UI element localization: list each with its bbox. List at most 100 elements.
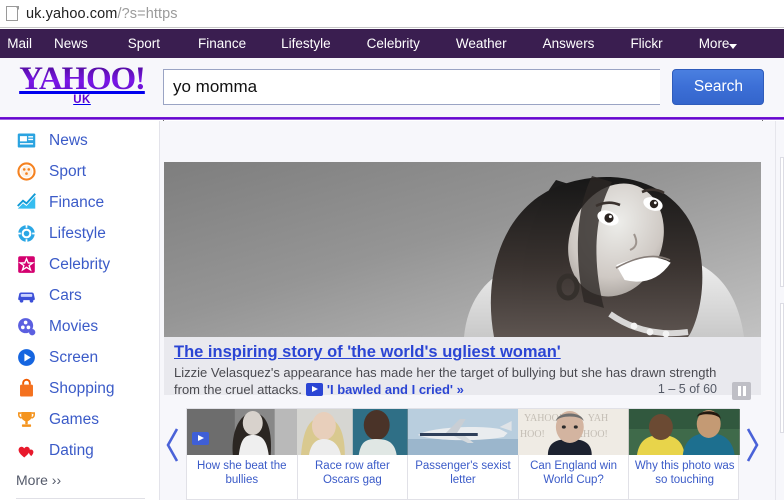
sidebar-label: Dating xyxy=(49,441,94,459)
sidebar-item-movies[interactable]: Movies xyxy=(0,311,159,342)
thumbnail-item-4[interactable]: YAHOO! YAH HOO! AHOO! Can England win Wo… xyxy=(518,409,630,499)
film-reel-icon xyxy=(18,318,36,336)
sidebar-label: Shopping xyxy=(49,379,115,397)
left-sidebar: News Sport Finance Lifestyle Celebrity C… xyxy=(0,121,160,500)
url-query: /?s=https xyxy=(117,5,178,22)
yahoo-logo-text: YAHOO! xyxy=(12,63,152,96)
nav-item-more[interactable]: More xyxy=(699,29,738,58)
sidebar-item-dating[interactable]: Dating xyxy=(0,435,159,466)
sidebar-more-link[interactable]: More ›› xyxy=(0,466,159,496)
sidebar-item-sport[interactable]: Sport xyxy=(0,156,159,187)
thumbnail-image xyxy=(297,409,408,455)
sidebar-item-lifestyle[interactable]: Lifestyle xyxy=(0,218,159,249)
search-button[interactable]: Search xyxy=(672,69,765,105)
star-badge-icon xyxy=(18,256,35,273)
chart-line-icon xyxy=(17,193,36,209)
nav-item-more-label: More xyxy=(698,36,730,51)
video-play-icon[interactable] xyxy=(305,383,323,396)
thumb-photo-4: YAHOO! YAH HOO! AHOO! xyxy=(518,409,629,455)
sidebar-item-celebrity[interactable]: Celebrity xyxy=(0,249,159,280)
nav-item-sport[interactable]: Sport xyxy=(128,29,160,58)
sidebar-label: Lifestyle xyxy=(49,224,106,242)
nav-item-finance[interactable]: Finance xyxy=(198,29,246,58)
page-icon xyxy=(6,5,19,22)
thumbnail-caption: Why this photo was so touching xyxy=(634,460,735,486)
thumbnail-item-3[interactable]: Passenger's sexist letter xyxy=(407,409,519,499)
thumbnail-caption: Passenger's sexist letter xyxy=(415,460,511,486)
svg-text:YAH: YAH xyxy=(588,413,608,424)
hero-video-link[interactable]: 'I bawled and I cried' » xyxy=(327,382,464,397)
sidebar-label: Cars xyxy=(49,286,82,304)
search-input[interactable] xyxy=(163,69,660,105)
sidebar-label: Sport xyxy=(49,162,87,180)
right-rail-edge xyxy=(775,121,776,500)
trophy-icon xyxy=(18,411,35,427)
sidebar-label: Celebrity xyxy=(49,255,111,273)
right-rail-module-2[interactable] xyxy=(780,303,784,433)
thumbnail-item-2[interactable]: Race row after Oscars gag xyxy=(297,409,409,499)
hero-description-line2: from the cruel attacks. xyxy=(174,382,302,397)
thumbnail-image: YAHOO! YAH HOO! AHOO! xyxy=(518,409,629,455)
pause-icon[interactable] xyxy=(732,382,751,400)
thumbnail-caption: Can England win World Cup? xyxy=(530,460,618,486)
sidebar-item-shopping[interactable]: Shopping xyxy=(0,373,159,404)
sidebar-divider xyxy=(16,498,145,499)
masthead: YAHOO! UK Search xyxy=(0,58,784,117)
nav-item-mail[interactable]: Mail xyxy=(0,29,32,58)
sidebar-label: Games xyxy=(49,410,99,428)
thumbnail-image xyxy=(629,409,740,455)
hero-photo xyxy=(164,162,761,337)
hero-description: Lizzie Velasquez's appearance has made h… xyxy=(174,364,753,400)
sidebar-item-cars[interactable]: Cars xyxy=(0,280,159,311)
svg-text:HOO!: HOO! xyxy=(520,429,545,440)
nav-item-answers[interactable]: Answers xyxy=(543,29,595,58)
nav-item-weather[interactable]: Weather xyxy=(456,29,507,58)
thumbnail-caption: How she beat the bullies xyxy=(197,460,287,486)
hero-description-line1: Lizzie Velasquez's appearance has made h… xyxy=(174,365,717,380)
thumb-photo-2 xyxy=(297,409,408,455)
slide-counter: 1 – 5 of 60 xyxy=(657,382,717,396)
thumb-photo-3 xyxy=(407,409,519,455)
sidebar-item-screen[interactable]: Screen xyxy=(0,342,159,373)
right-rail xyxy=(780,121,784,500)
thumb-photo-5 xyxy=(629,409,740,455)
nav-item-celebrity[interactable]: Celebrity xyxy=(367,29,420,58)
carousel-next-button[interactable] xyxy=(743,426,761,464)
nav-item-lifestyle[interactable]: Lifestyle xyxy=(281,29,331,58)
yahoo-logo[interactable]: YAHOO! UK xyxy=(12,63,152,107)
url-text: uk.yahoo.com/?s=https xyxy=(26,6,178,22)
search-form: Search xyxy=(163,69,765,105)
page-body: News Sport Finance Lifestyle Celebrity C… xyxy=(0,121,784,500)
thumbnail-item-5[interactable]: Why this photo was so touching xyxy=(629,409,740,499)
chevron-down-icon xyxy=(729,44,738,49)
chevron-right-icon xyxy=(746,428,759,462)
sidebar-item-finance[interactable]: Finance xyxy=(0,187,159,218)
thumbnail-item-1[interactable]: How she beat the bullies xyxy=(186,409,298,499)
yahoo-top-navigation: Mail News Sport Finance Lifestyle Celebr… xyxy=(0,29,784,58)
thumbnail-list: How she beat the bullies Race row after … xyxy=(186,408,740,500)
football-icon xyxy=(17,162,36,181)
gem-icon xyxy=(17,224,36,243)
nav-item-flickr[interactable]: Flickr xyxy=(630,29,662,58)
sidebar-item-news[interactable]: News xyxy=(0,125,159,156)
right-rail-module-1[interactable] xyxy=(780,157,784,287)
thumbnail-video-icon xyxy=(192,432,209,445)
sidebar-label: Screen xyxy=(49,348,99,366)
shopping-bag-icon xyxy=(20,378,33,397)
page-root: uk.yahoo.com/?s=https Mail News Sport Fi… xyxy=(0,0,784,500)
hearts-icon xyxy=(18,446,34,458)
hero-headline[interactable]: The inspiring story of 'the world's ugli… xyxy=(174,343,561,361)
sidebar-item-games[interactable]: Games xyxy=(0,404,159,435)
url-domain: uk.yahoo.com xyxy=(26,5,118,22)
sidebar-label: Finance xyxy=(49,193,105,211)
main-content: The inspiring story of 'the world's ugli… xyxy=(161,121,779,500)
chevron-left-icon xyxy=(166,428,179,462)
sidebar-label: News xyxy=(49,131,88,149)
nav-item-news[interactable]: News xyxy=(54,29,88,58)
thumbnail-carousel: How she beat the bullies Race row after … xyxy=(164,400,761,500)
hero-image[interactable] xyxy=(164,162,761,337)
svg-text:YAHOO!: YAHOO! xyxy=(524,413,562,424)
carousel-prev-button[interactable] xyxy=(164,426,182,464)
thumbnail-image xyxy=(407,409,519,455)
browser-url-bar[interactable]: uk.yahoo.com/?s=https xyxy=(0,0,784,28)
